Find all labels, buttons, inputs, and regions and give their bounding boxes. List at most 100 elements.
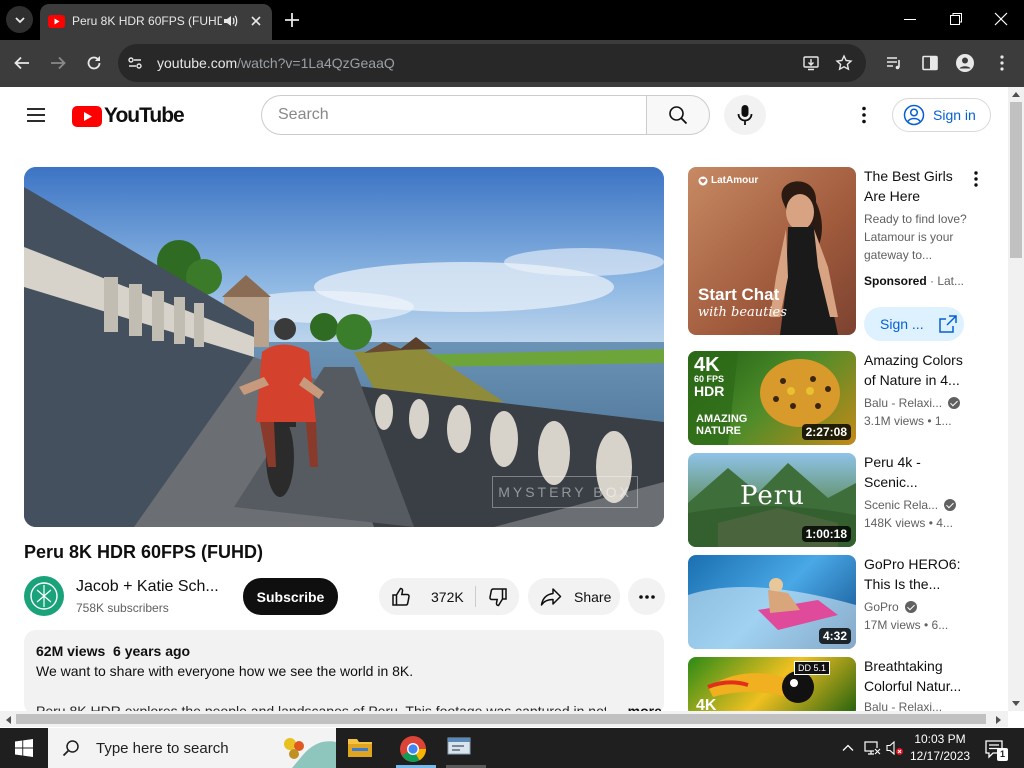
share-button[interactable]: Share: [528, 578, 620, 615]
related-video-thumbnail-4[interactable]: DD 5.1 4K: [688, 657, 856, 717]
channel-name[interactable]: Jacob + Katie Sch...: [76, 578, 219, 596]
reload-icon[interactable]: [85, 54, 103, 72]
related-video-channel-3[interactable]: GoPro: [864, 600, 917, 614]
thumb-caption: AMAZING NATURE: [696, 413, 748, 437]
related-video-title-4[interactable]: Breathtaking Colorful Natur...: [864, 656, 974, 696]
network-icon[interactable]: [864, 740, 882, 756]
search-field[interactable]: [261, 95, 647, 135]
ad-cta-label: Sign ...: [880, 316, 924, 332]
search-button[interactable]: [646, 95, 710, 135]
video-watermark: MYSTERY BOX: [492, 476, 638, 508]
related-video-channel-2[interactable]: Scenic Rela...: [864, 498, 957, 512]
ad-brand: LatAmour: [698, 175, 758, 186]
forward-arrow-icon[interactable]: [49, 54, 67, 72]
video-frame-scene: [24, 167, 664, 527]
related-video-thumbnail-2[interactable]: Peru 1:00:18: [688, 453, 856, 547]
address-bar[interactable]: youtube.com/watch?v=1La4QzGeaaQ: [118, 44, 866, 82]
start-button[interactable]: [0, 728, 48, 768]
chrome-taskbar-icon[interactable]: [396, 732, 430, 766]
tab-title: Peru 8K HDR 60FPS (FUHD): [72, 14, 222, 28]
voice-search-button[interactable]: [724, 95, 766, 135]
search-icon: [669, 106, 688, 125]
window-minimize-icon[interactable]: [902, 11, 918, 27]
app-window-icon[interactable]: [446, 734, 474, 760]
file-explorer-icon[interactable]: [346, 734, 374, 760]
horizontal-scrollbar-thumb[interactable]: [16, 714, 986, 724]
thumbs-up-icon: [392, 587, 410, 606]
clock-date[interactable]: 12/17/2023: [910, 749, 970, 763]
external-link-icon: [938, 315, 957, 333]
account-circle-icon: [903, 104, 925, 126]
profile-avatar-icon[interactable]: [955, 53, 975, 73]
channel-name: Scenic Rela...: [864, 498, 939, 512]
volume-muted-icon[interactable]: [886, 740, 904, 756]
close-tab-icon[interactable]: [247, 12, 265, 30]
description-box[interactable]: 62M views 6 years ago We want to share w…: [24, 630, 664, 715]
video-player[interactable]: MYSTERY BOX: [24, 167, 664, 527]
related-video-views-1: 3.1M views • 1...: [864, 414, 952, 428]
advertiser-name: · Lat...: [926, 274, 965, 288]
side-panel-icon[interactable]: [921, 54, 939, 72]
search-input[interactable]: [278, 104, 618, 126]
new-tab-plus-icon[interactable]: [283, 11, 301, 29]
channel-avatar[interactable]: [24, 576, 64, 616]
related-video-channel-1[interactable]: Balu - Relaxi...: [864, 396, 961, 410]
tab-search-button[interactable]: [6, 6, 33, 33]
subscriber-count: 758K subscribers: [76, 601, 169, 615]
taskbar-search-box[interactable]: Type here to search: [48, 728, 336, 768]
scroll-right-arrow-icon[interactable]: [995, 715, 1003, 725]
ad-cta-button[interactable]: Sign ...: [864, 307, 964, 341]
dolby-badge: DD 5.1: [794, 661, 831, 675]
window-close-icon[interactable]: [993, 11, 1009, 27]
verified-check-icon: [944, 499, 957, 511]
related-video-thumbnail-1[interactable]: 4K 60 FPS HDR AMAZING NATURE 2:27:08: [688, 351, 856, 445]
scroll-up-arrow-icon[interactable]: [1011, 90, 1021, 98]
related-video-thumbnail-3[interactable]: 4:32: [688, 555, 856, 649]
verified-check-icon: [948, 397, 961, 409]
hamburger-menu-icon[interactable]: [26, 106, 46, 124]
like-count: 372K: [431, 588, 464, 605]
related-video-title-2[interactable]: Peru 4k - Scenic...: [864, 452, 974, 492]
media-control-icon[interactable]: [885, 54, 903, 72]
youtube-logo[interactable]: YouTube: [72, 104, 185, 128]
ad-more-icon[interactable]: [968, 170, 984, 188]
youtube-logo-text: YouTube: [104, 104, 185, 127]
like-dislike-group: 372K: [379, 578, 519, 615]
ad-thumbnail[interactable]: LatAmour Start Chat with beauties: [688, 167, 856, 335]
speaker-icon[interactable]: [222, 13, 238, 29]
sign-in-button[interactable]: Sign in: [892, 98, 991, 132]
install-app-icon[interactable]: [802, 54, 820, 72]
video-duration: 4:32: [818, 628, 851, 644]
more-actions-button[interactable]: [628, 578, 665, 615]
related-video-channel-4[interactable]: Balu - Relaxi...: [864, 702, 942, 711]
share-label: Share: [574, 588, 612, 605]
vertical-scrollbar-thumb[interactable]: [1010, 102, 1022, 258]
ad-thumb-headline: Start Chat: [698, 285, 780, 304]
chrome-menu-icon[interactable]: [993, 54, 1011, 72]
related-video-title-1[interactable]: Amazing Colors of Nature in 4...: [864, 350, 974, 390]
back-arrow-icon[interactable]: [13, 54, 31, 72]
window-restore-icon[interactable]: [948, 11, 964, 27]
site-info-icon[interactable]: [126, 54, 144, 72]
search-highlight-image: [284, 738, 336, 768]
scroll-left-arrow-icon[interactable]: [4, 715, 12, 725]
dislike-button[interactable]: [476, 578, 519, 615]
ad-title[interactable]: The Best Girls Are Here: [864, 166, 974, 206]
browser-tab[interactable]: Peru 8K HDR 60FPS (FUHD): [40, 4, 272, 40]
youtube-favicon-icon: [48, 15, 65, 28]
taskbar-search-label: Type here to search: [96, 739, 229, 757]
notification-center-button[interactable]: 1: [984, 739, 1008, 761]
description-text: We want to share with everyone how we se…: [36, 663, 414, 679]
bookmark-star-icon[interactable]: [835, 54, 853, 72]
clock-time[interactable]: 10:03 PM: [912, 732, 968, 746]
like-button[interactable]: 372K: [379, 578, 475, 615]
url-text: youtube.com/watch?v=1La4QzGeaaQ: [157, 55, 395, 71]
tray-chevron-up-icon[interactable]: [841, 741, 855, 755]
related-video-title-3[interactable]: GoPro HERO6: This Is the...: [864, 554, 974, 594]
scroll-down-arrow-icon[interactable]: [1011, 700, 1021, 708]
sponsored-text: Sponsored: [864, 274, 927, 288]
settings-more-icon[interactable]: [855, 105, 873, 125]
subscribe-button[interactable]: Subscribe: [243, 578, 338, 615]
horizontal-dots-icon: [638, 594, 655, 599]
windows-taskbar: Type here to search 10:03 PM 12/17/2023 …: [0, 728, 1024, 768]
